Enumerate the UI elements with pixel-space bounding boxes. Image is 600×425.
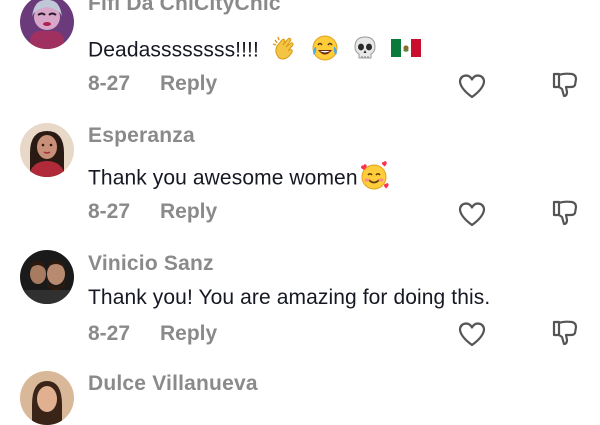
smiling-face-with-hearts-icon [358, 160, 390, 198]
mexico-flag-icon [390, 37, 421, 65]
comment-date: 8-27 [88, 322, 131, 345]
comment-meta: 8-27 Reply [88, 72, 588, 100]
dislike-thumbs-down-icon[interactable] [550, 318, 580, 348]
comment-username[interactable]: Fifi Da ChiCityChic [88, 0, 281, 16]
reply-button[interactable]: Reply [160, 72, 217, 96]
comment-text-value: Deadassssssss!!!! [88, 38, 259, 62]
comment-meta: 8-27 Reply [88, 322, 588, 350]
clapping-hands-icon [271, 34, 299, 68]
dislike-thumbs-down-icon[interactable] [550, 70, 580, 100]
comment-username[interactable]: Dulce Villanueva [88, 372, 258, 396]
comment-item: Esperanza Thank you awesome women 8-27 R… [0, 120, 600, 240]
comment-text: Deadassssssss!!!! [88, 34, 421, 68]
like-heart-icon[interactable] [457, 72, 487, 100]
comment-item: Fifi Da ChiCityChic Deadassssssss!!!! 8-… [0, 0, 600, 130]
reply-button[interactable]: Reply [160, 200, 217, 224]
avatar[interactable] [20, 371, 74, 425]
avatar[interactable] [20, 123, 74, 177]
like-heart-icon[interactable] [457, 320, 487, 348]
comment-date: 8-27 [88, 72, 131, 95]
dislike-thumbs-down-icon[interactable] [550, 198, 580, 228]
comment-username[interactable]: Esperanza [88, 124, 195, 148]
comment-text-value: Thank you! You are amazing for doing thi… [88, 286, 491, 309]
comment-username[interactable]: Vinicio Sanz [88, 252, 214, 276]
comment-text: Thank you! You are amazing for doing thi… [88, 286, 490, 310]
comment-meta: 8-27 Reply [88, 200, 588, 228]
reply-button[interactable]: Reply [160, 322, 217, 346]
avatar[interactable] [20, 0, 74, 49]
tears-of-joy-face-icon [311, 34, 339, 68]
comment-text: Thank you awesome women [88, 160, 390, 198]
like-heart-icon[interactable] [457, 200, 487, 228]
comment-item: Dulce Villanueva [0, 368, 600, 425]
comment-date: 8-27 [88, 200, 131, 223]
avatar[interactable] [20, 250, 74, 304]
skull-icon [351, 34, 379, 68]
comment-text-value: Thank you awesome women [88, 166, 358, 190]
comment-item: Vinicio Sanz Thank you! You are amazing … [0, 248, 600, 368]
